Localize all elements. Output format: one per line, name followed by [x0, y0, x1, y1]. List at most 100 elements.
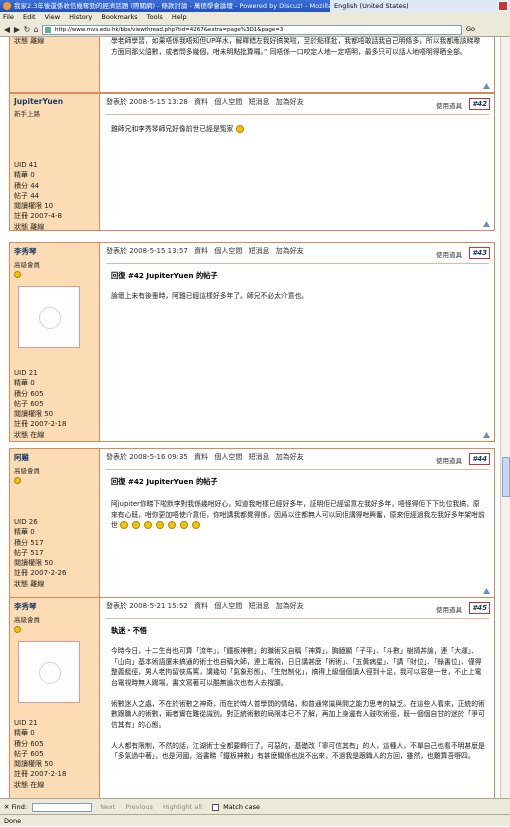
space-link[interactable]: 個人空間 [214, 98, 242, 106]
post-sidebar: 阿雞 高級會員 UID 26 精華 0 積分 517 帖子 517 閱讀權限 5… [10, 449, 100, 597]
tools-link[interactable]: 使用道具 [436, 100, 462, 110]
profile-link[interactable]: 資料 [194, 602, 208, 610]
tools-link[interactable]: 使用道具 [436, 249, 462, 259]
post-meta: 發表於 2008-5-15 13:57 資料 個人空間 短消息 加為好友 [106, 246, 489, 256]
user-status: 狀態 離線 [14, 579, 45, 588]
tools-link[interactable]: 使用道具 [436, 455, 462, 465]
profile-link[interactable]: 資料 [194, 247, 208, 255]
address-bar[interactable]: http://www.mvs.edu.hk/bbs/viewthread.php… [42, 25, 462, 35]
find-label: Find: [11, 803, 28, 811]
add-friend-link[interactable]: 加為好友 [276, 602, 304, 610]
forum-post: 李秀琴 高級會員 UID 21 精華 0 積分 605 帖子 605 閱讀權限 … [9, 242, 495, 442]
user-group: 高級會員 [14, 616, 40, 624]
message-link[interactable]: 短消息 [249, 602, 270, 610]
online-icon [14, 626, 21, 633]
post-subject: 回復 #42 JupiterYuen 的帖子 [111, 271, 218, 280]
user-stats: UID 21 精華 0 積分 605 帖子 605 閱讀權限 50 註冊 200… [14, 718, 66, 790]
forum-post: 阿雞 高級會員 UID 26 精華 0 積分 517 帖子 517 閱讀權限 5… [9, 448, 495, 598]
floor-number[interactable]: #43 [469, 247, 490, 259]
find-next-button[interactable]: Next [100, 803, 115, 811]
home-icon[interactable]: ⌂ [31, 25, 41, 35]
user-group: 高級會員 [14, 261, 40, 269]
post-main: 發表於 2008-5-21 15:52 資料 個人空間 短消息 加為好友 使用道… [101, 598, 494, 798]
menu-view[interactable]: View [45, 13, 60, 21]
space-link[interactable]: 個人空間 [214, 602, 242, 610]
space-link[interactable]: 個人空間 [214, 453, 242, 461]
post-body: 雞師兄和李秀琴師兄好像前世已經是冤家 [111, 124, 486, 135]
page-content: 狀態 離線 學老師學習，如果唔係我唔知但UP咩水，解釋錯左我好搞笑啦，至於點樣批… [0, 37, 510, 798]
highlight-all-button[interactable]: Highlight all [163, 803, 202, 811]
emoticon [167, 521, 176, 529]
scrollbar-thumb[interactable] [502, 457, 510, 497]
floor-number[interactable]: #42 [469, 98, 490, 110]
tools-link[interactable]: 使用道具 [436, 604, 462, 614]
language-bar[interactable]: English (United States) [330, 0, 510, 12]
floor-number[interactable]: #44 [469, 453, 490, 465]
register-date: 註冊 2007-4-8 [14, 212, 62, 221]
menu-edit[interactable]: Edit [23, 13, 36, 21]
menu-bookmarks[interactable]: Bookmarks [101, 13, 137, 21]
message-link[interactable]: 短消息 [249, 453, 270, 461]
menu-help[interactable]: Help [172, 13, 187, 21]
essence: 精華 0 [14, 528, 35, 537]
back-to-top-icon[interactable] [483, 221, 490, 227]
username[interactable]: 阿雞 [14, 452, 95, 463]
post-body: 論壇上未有後輩時，阿雞已經這樣好多年了。師兄不必太介意也。 [111, 292, 309, 300]
register-date: 註冊 2007-2-26 [14, 569, 67, 578]
find-previous-button[interactable]: Previous [125, 803, 152, 811]
username[interactable]: JupiterYuen [14, 97, 95, 106]
space-link[interactable]: 個人空間 [214, 247, 242, 255]
back-to-top-icon[interactable] [483, 432, 490, 438]
profile-link[interactable]: 資料 [194, 453, 208, 461]
avatar [18, 286, 80, 348]
username[interactable]: 李秀琴 [14, 246, 95, 257]
emoticon [191, 521, 200, 529]
add-friend-link[interactable]: 加為好友 [276, 98, 304, 106]
post-main: 學老師學習，如果唔係我唔知但UP咩水，解釋錯左我好搞笑啦，至於點樣批，我都唔敢話… [101, 37, 494, 92]
menu-tools[interactable]: Tools [147, 13, 163, 21]
menu-history[interactable]: History [69, 13, 92, 21]
post-main: 發表於 2008-5-15 13:57 資料 個人空間 短消息 加為好友 使用道… [101, 243, 494, 441]
close-icon[interactable] [498, 1, 508, 11]
message-link[interactable]: 短消息 [249, 247, 270, 255]
match-case-checkbox[interactable] [212, 803, 220, 811]
uid: UID 21 [14, 369, 38, 377]
user-status: 狀態 在線 [14, 430, 45, 439]
add-friend-link[interactable]: 加為好友 [276, 247, 304, 255]
divider [106, 469, 489, 470]
message-link[interactable]: 短消息 [249, 98, 270, 106]
back-to-top-icon[interactable] [483, 588, 490, 594]
post-count: 帖子 605 [14, 399, 44, 408]
divider [106, 114, 489, 115]
language-label: English (United States) [334, 2, 409, 10]
forum-post: JupiterYuen 新手上路 UID 41 精華 0 積分 44 帖子 44… [9, 93, 495, 231]
points: 積分 517 [14, 538, 44, 547]
essence: 精華 0 [14, 171, 35, 180]
close-find-icon[interactable]: ✕ [4, 803, 12, 811]
register-date: 註冊 2007-2-18 [14, 420, 67, 429]
vertical-scrollbar[interactable] [500, 37, 510, 798]
find-input[interactable] [32, 802, 93, 812]
register-date: 註冊 2007-2-18 [14, 770, 67, 779]
user-status: 狀態 離線 [14, 37, 45, 45]
back-icon[interactable]: ◀ [2, 25, 12, 35]
username[interactable]: 李秀琴 [14, 601, 95, 612]
profile-link[interactable]: 資料 [194, 98, 208, 106]
post-main: 發表於 2008-5-15 13:28 資料 個人空間 短消息 加為好友 使用道… [101, 94, 494, 230]
post-count: 帖子 605 [14, 749, 44, 758]
forward-icon[interactable]: ▶ [12, 25, 22, 35]
floor-number[interactable]: #45 [469, 602, 490, 614]
menu-file[interactable]: File [3, 13, 14, 21]
post-date: 發表於 2008-5-21 15:52 [106, 602, 188, 610]
online-icon [14, 477, 21, 484]
emoticon [143, 521, 152, 529]
post-meta: 發表於 2008-5-16 09:35 資料 個人空間 短消息 加為好友 [106, 452, 489, 462]
add-friend-link[interactable]: 加為好友 [276, 453, 304, 461]
go-button[interactable]: Go [466, 25, 475, 33]
post-date: 發表於 2008-5-16 09:35 [106, 453, 188, 461]
points: 積分 605 [14, 739, 44, 748]
user-stats: UID 21 精華 0 積分 605 帖子 605 閱讀權限 50 註冊 200… [14, 368, 66, 440]
address-text: http://www.mvs.edu.hk/bbs/viewthread.php… [55, 27, 284, 33]
back-to-top-icon[interactable] [483, 83, 490, 89]
essence: 精華 0 [14, 379, 35, 388]
